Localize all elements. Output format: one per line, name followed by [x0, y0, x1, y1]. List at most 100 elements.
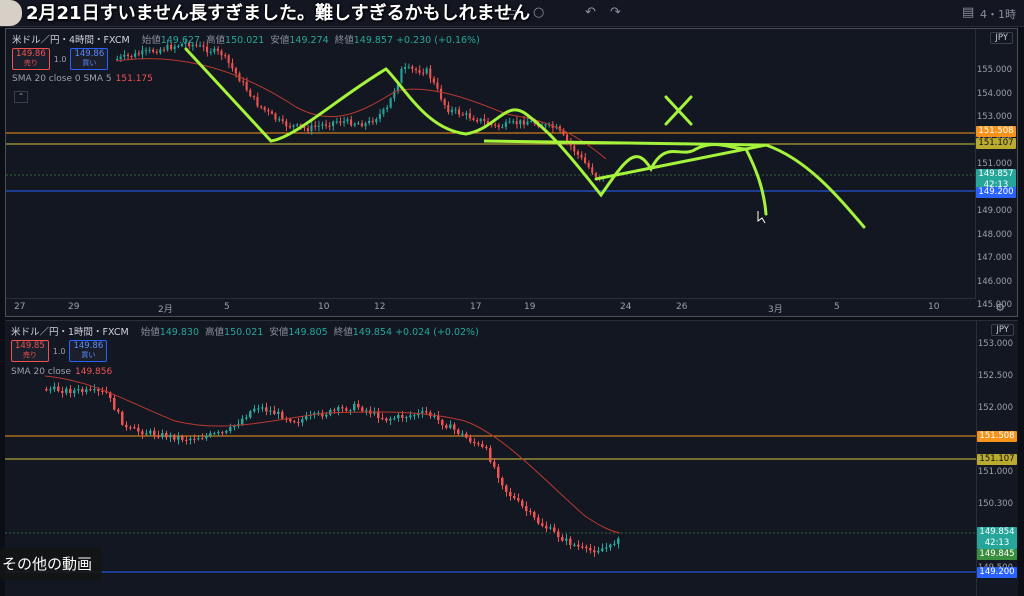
- candle-body: [450, 109, 453, 113]
- candle-body: [231, 63, 234, 69]
- sma-legend[interactable]: SMA 20 close 149.856: [11, 367, 112, 377]
- symbol-title[interactable]: 米ドル／円・4時間・FXCM: [12, 35, 130, 46]
- candle-body: [573, 145, 576, 152]
- settings-icon[interactable]: ⚙: [995, 301, 1005, 314]
- buy-button[interactable]: 149.86 買い: [70, 48, 109, 70]
- currency-label[interactable]: JPY: [991, 324, 1014, 336]
- candle-body: [589, 548, 592, 551]
- candle-body: [153, 430, 156, 436]
- candle-body: [339, 121, 342, 123]
- sell-button[interactable]: 149.86 売り: [12, 48, 50, 70]
- sell-button[interactable]: 149.85 売り: [11, 340, 49, 362]
- candle-body: [565, 538, 568, 541]
- candle-body: [267, 110, 270, 112]
- candle-body: [345, 408, 348, 411]
- chart-pane-1h[interactable]: 米ドル／円・1時間・FXCM 始値149.830 高値150.021 安値149…: [5, 320, 1018, 596]
- currency-label[interactable]: JPY: [990, 32, 1013, 44]
- candle-body: [209, 51, 212, 53]
- candle-body: [49, 389, 52, 391]
- candle-body: [217, 432, 220, 434]
- candle-body: [274, 113, 277, 120]
- time-tick: 12: [374, 302, 386, 312]
- candle-body: [504, 122, 507, 127]
- candle-body: [317, 125, 320, 127]
- time-tick: 10: [928, 302, 940, 312]
- candle-body: [493, 461, 496, 467]
- candle-body: [432, 78, 435, 83]
- candle-body: [119, 56, 122, 59]
- candle-body: [157, 435, 160, 438]
- price-tick: 151.000: [976, 159, 1012, 169]
- candle-body: [501, 126, 504, 128]
- time-tick: 2月: [158, 305, 173, 315]
- candle-body: [121, 411, 124, 425]
- candle-body: [165, 433, 168, 438]
- candle-body: [477, 443, 480, 445]
- candle-body: [123, 54, 126, 57]
- candle-body: [61, 391, 64, 393]
- candle-body: [549, 527, 552, 529]
- chart-pane-4h[interactable]: 米ドル／円・4時間・FXCM 始値149.627 高値150.021 安値149…: [5, 28, 1018, 317]
- candle-body: [517, 498, 520, 501]
- price-chart-1h[interactable]: [5, 321, 1018, 596]
- candle-body: [245, 417, 248, 419]
- time-axis-4h[interactable]: 27 29 2月 5 10 12 17 19 24 26 3月 5 10: [6, 298, 976, 316]
- price-tag-blue: 149.200: [976, 187, 1016, 198]
- candle-body: [341, 407, 344, 409]
- layout-select-icon[interactable]: ▤: [962, 5, 974, 20]
- candle-body: [281, 411, 284, 419]
- candle-body: [329, 409, 332, 415]
- candle-body: [401, 415, 404, 418]
- candle-body: [605, 547, 608, 549]
- candle-body: [145, 433, 148, 435]
- price-tick: 152.000: [977, 403, 1013, 413]
- price-tick: 150.300: [977, 499, 1013, 509]
- candle-body: [335, 121, 338, 123]
- candle-body: [449, 424, 452, 428]
- candle-body: [425, 411, 428, 413]
- time-tick: 3月: [768, 305, 783, 315]
- candle-body: [553, 527, 556, 532]
- candle-body: [587, 162, 590, 168]
- interval-indicator[interactable]: 4・1時: [980, 6, 1016, 22]
- candle-body: [137, 53, 140, 55]
- candle-body: [169, 434, 172, 438]
- price-tick: 151.000: [977, 467, 1013, 477]
- candle-body: [137, 427, 140, 432]
- price-axis-4h[interactable]: JPY 155.000154.000153.000152.000151.0001…: [975, 29, 1017, 316]
- candle-body: [573, 544, 576, 546]
- circle-icon[interactable]: ○: [533, 5, 544, 20]
- more-videos-overlay[interactable]: その他の動画: [0, 548, 103, 580]
- redo-icon[interactable]: ↷: [610, 5, 621, 20]
- undo-icon[interactable]: ↶: [585, 5, 596, 20]
- candle-body: [515, 121, 518, 125]
- candle-body: [593, 550, 596, 553]
- candle-body: [229, 426, 232, 432]
- candle-body: [209, 433, 212, 436]
- candle-body: [414, 68, 417, 71]
- symbol-title[interactable]: 米ドル／円・1時間・FXCM: [11, 327, 129, 338]
- price-chart-4h[interactable]: [6, 29, 1018, 317]
- candle-body: [141, 50, 144, 55]
- buy-button[interactable]: 149.86 買い: [69, 340, 108, 362]
- price-axis-1h[interactable]: JPY 153.000152.500152.000151.500151.0001…: [976, 321, 1018, 596]
- candle-body: [350, 119, 353, 126]
- candle-body: [368, 120, 371, 124]
- candle-body: [457, 429, 460, 434]
- price-tick: 153.000: [977, 339, 1013, 349]
- candle-body: [296, 124, 299, 126]
- sma-line: [44, 375, 621, 534]
- candle-body: [483, 118, 486, 121]
- collapse-legend-icon[interactable]: ⌃: [14, 91, 28, 103]
- candle-body: [45, 389, 48, 391]
- candle-body: [149, 430, 152, 434]
- sma-legend[interactable]: SMA 20 close 0 SMA 5 151.175: [12, 74, 153, 84]
- price-tick: 148.000: [976, 229, 1012, 240]
- candle-body: [445, 425, 448, 428]
- candle-body: [249, 90, 252, 97]
- candle-body: [375, 119, 378, 123]
- candle-body: [292, 125, 295, 127]
- price-tick: 153.000: [976, 112, 1012, 122]
- candle-body: [201, 438, 204, 440]
- price-tag-yellow: 151.107: [977, 454, 1017, 465]
